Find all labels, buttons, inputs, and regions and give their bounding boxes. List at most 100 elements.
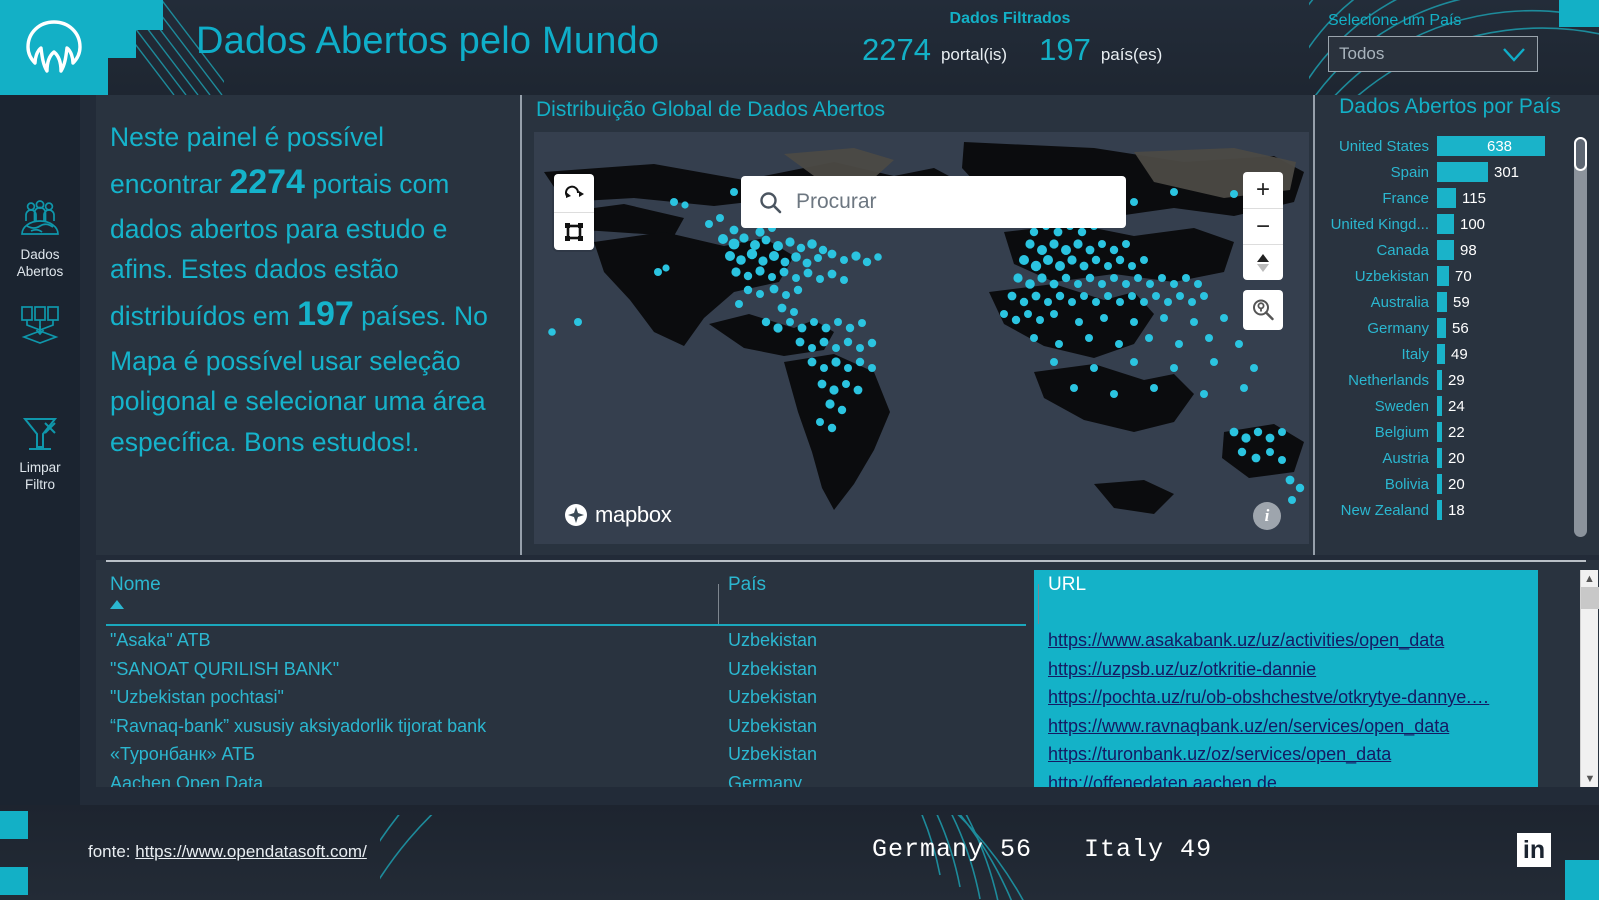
country-bar-row[interactable]: Bolivia 20 bbox=[1315, 471, 1569, 497]
table-row[interactable]: “Ravnaq-bank” xususiy aksiyadorlik tijor… bbox=[106, 716, 1586, 745]
table-row[interactable]: Aachen Open Data Germany http://offenedate… bbox=[106, 773, 1586, 788]
countries-count: 197 bbox=[1039, 32, 1091, 67]
country-bar-row[interactable]: United Kingd... 100 bbox=[1315, 211, 1569, 237]
cell-url-link[interactable]: https://www.asakabank.uz/uz/activities/o… bbox=[1048, 630, 1538, 651]
country-select-value: Todos bbox=[1339, 44, 1385, 63]
table-row[interactable]: "Uzbekistan pochtasi" Uzbekistan https://p… bbox=[106, 687, 1586, 716]
sidebar-item-limpar-filtro[interactable]: Limpar Filtro bbox=[0, 415, 80, 494]
cell-pais: Uzbekistan bbox=[728, 658, 818, 679]
intro-portals-number: 2274 bbox=[229, 163, 305, 202]
zoom-in-button[interactable]: + bbox=[1243, 172, 1283, 208]
country-bar-row[interactable]: Canada 98 bbox=[1315, 237, 1569, 263]
footer-square-a bbox=[0, 811, 28, 839]
country-bar-label: New Zealand bbox=[1340, 501, 1429, 519]
source-label: fonte: bbox=[88, 842, 131, 861]
country-select-dropdown[interactable]: Todos bbox=[1328, 36, 1538, 72]
cell-nome: "SANOAT QURILISH BANK" bbox=[110, 658, 340, 679]
country-bar-label: Canada bbox=[1376, 241, 1429, 259]
country-bar bbox=[1437, 240, 1454, 260]
zoom-out-button[interactable]: − bbox=[1243, 208, 1283, 244]
map-search-box[interactable] bbox=[741, 176, 1126, 228]
country-bar-row[interactable]: Australia 59 bbox=[1315, 289, 1569, 315]
country-bar-row[interactable]: Sweden 24 bbox=[1315, 393, 1569, 419]
country-bar-value: 18 bbox=[1448, 501, 1465, 519]
country-bar-row[interactable]: Italy 49 bbox=[1315, 341, 1569, 367]
cell-nome: Aachen Open Data bbox=[110, 772, 264, 788]
country-bar-label: Belgium bbox=[1374, 423, 1429, 441]
map-canvas[interactable]: + − bbox=[534, 132, 1309, 544]
map-info-button[interactable]: i bbox=[1253, 502, 1281, 530]
country-bar-row[interactable]: Netherlands 29 bbox=[1315, 367, 1569, 393]
country-list-scroll-thumb[interactable] bbox=[1574, 137, 1587, 171]
data-collect-icon bbox=[21, 306, 59, 344]
country-bar-row[interactable]: Austria 20 bbox=[1315, 445, 1569, 471]
geolocate-icon[interactable] bbox=[1243, 290, 1283, 330]
header-accent-square-b bbox=[108, 30, 136, 58]
country-bar-row[interactable]: Uzbekistan 70 bbox=[1315, 263, 1569, 289]
cell-pais: Uzbekistan bbox=[728, 687, 818, 707]
portals-table: Nome País URL "Asaka" ATB Uzbekistan https… bbox=[96, 560, 1599, 787]
countries-label: país(es) bbox=[1100, 45, 1163, 64]
sort-ascending-icon bbox=[110, 600, 124, 609]
scroll-down-arrow-icon[interactable]: ▼ bbox=[1581, 770, 1599, 787]
country-bar-label: France bbox=[1382, 189, 1429, 207]
sidebar-item-dados-abertos[interactable]: Dados Abertos bbox=[0, 200, 80, 281]
country-select-label: Selecione um País bbox=[1328, 12, 1462, 29]
country-bar-row[interactable]: United States 638 bbox=[1315, 133, 1569, 159]
table-scrollbar[interactable]: ▲ ▼ bbox=[1580, 570, 1599, 787]
country-bar-row[interactable]: New Zealand 18 bbox=[1315, 497, 1569, 523]
source-link[interactable]: https://www.opendatasoft.com/ bbox=[135, 842, 367, 861]
country-bar-label: United Kingd... bbox=[1330, 215, 1429, 233]
filtered-data-title: Dados Filtrados bbox=[949, 10, 1071, 27]
cell-nome: "Asaka" ATB bbox=[110, 630, 211, 650]
cell-url-link[interactable]: https://turonbank.uz/oz/services/open_da… bbox=[1048, 744, 1538, 765]
sidebar-item-data-collect[interactable] bbox=[0, 305, 80, 350]
ticker-item: Italy 49 bbox=[1084, 835, 1213, 864]
table-row[interactable]: «Туронбанк» АТБ Uzbekistan https://turonba… bbox=[106, 744, 1586, 773]
table-row[interactable]: "SANOAT QURILISH BANK" Uzbekistan https://… bbox=[106, 659, 1586, 688]
country-bar-row[interactable]: Belgium 22 bbox=[1315, 419, 1569, 445]
header-square-decoration bbox=[1559, 0, 1599, 27]
cell-url-link[interactable]: https://www.ravnaqbank.uz/en/services/op… bbox=[1048, 716, 1538, 737]
cell-url-link[interactable]: https://uzpsb.uz/uz/otkritie-dannie bbox=[1048, 659, 1538, 680]
cell-nome: «Туронбанк» АТБ bbox=[110, 744, 255, 764]
country-bar-row[interactable]: Germany 56 bbox=[1315, 315, 1569, 341]
country-bar-label: Uzbekistan bbox=[1354, 267, 1429, 285]
country-bar-value: 29 bbox=[1448, 371, 1465, 389]
country-bar-value: 24 bbox=[1448, 397, 1465, 415]
country-bar bbox=[1437, 318, 1446, 338]
linkedin-icon[interactable]: in bbox=[1517, 833, 1551, 867]
compass-icon[interactable] bbox=[1243, 244, 1283, 280]
country-bar-value: 638 bbox=[1487, 137, 1513, 155]
country-bar-label: Australia bbox=[1370, 293, 1429, 311]
clear-filter-icon bbox=[22, 418, 58, 450]
cell-url-link[interactable]: https://pochta.uz/ru/ob-obshchestve/otkr… bbox=[1048, 687, 1538, 708]
column-header-nome[interactable]: Nome bbox=[106, 574, 714, 596]
cell-url-link[interactable]: http://offenedaten.aachen.de bbox=[1048, 773, 1538, 788]
column-header-pais[interactable]: País bbox=[724, 574, 1034, 596]
search-input[interactable] bbox=[796, 190, 1096, 214]
ticker-item: Germany 56 bbox=[872, 835, 1033, 864]
search-icon bbox=[760, 191, 782, 213]
table-body: "Asaka" ATB Uzbekistan https://www.asakaba… bbox=[106, 630, 1586, 787]
country-list-scrollbar[interactable] bbox=[1574, 137, 1587, 537]
country-select-group: Selecione um País Todos bbox=[1328, 12, 1538, 72]
country-bar-value: 115 bbox=[1462, 189, 1486, 207]
country-bar-label: United States bbox=[1338, 137, 1429, 155]
draw-polygon-icon[interactable] bbox=[554, 174, 594, 212]
column-separator-1 bbox=[718, 584, 719, 624]
column-header-url[interactable]: URL bbox=[1044, 574, 1548, 596]
table-row[interactable]: "Asaka" ATB Uzbekistan https://www.asakaba… bbox=[106, 630, 1586, 659]
table-scroll-thumb[interactable] bbox=[1581, 587, 1599, 609]
country-bar-value: 20 bbox=[1448, 475, 1465, 493]
country-chart-panel: Dados Abertos por País United States 638 S… bbox=[1315, 95, 1599, 555]
country-bar-row[interactable]: Spain 301 bbox=[1315, 159, 1569, 185]
footer-square-right bbox=[1565, 860, 1599, 900]
scroll-up-arrow-icon[interactable]: ▲ bbox=[1581, 570, 1598, 587]
draw-rectangle-icon[interactable] bbox=[554, 212, 594, 250]
country-bar-row[interactable]: France 115 bbox=[1315, 185, 1569, 211]
mapbox-attribution[interactable]: mapbox bbox=[564, 502, 672, 528]
intro-countries-number: 197 bbox=[297, 295, 354, 334]
header-accent-square-a bbox=[108, 0, 163, 30]
country-bar-value: 100 bbox=[1460, 215, 1486, 233]
